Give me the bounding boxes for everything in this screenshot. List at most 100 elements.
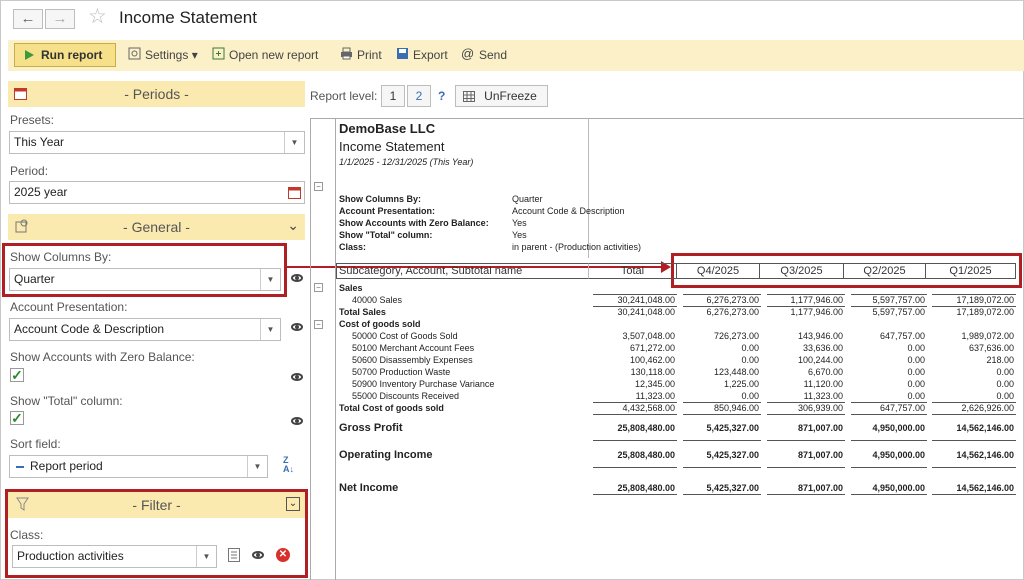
sort-field-select[interactable]: Report period ▼ (9, 455, 268, 478)
table-row-label: 50600 Disassembly Expenses (352, 355, 473, 365)
help-link[interactable]: ? (438, 89, 445, 103)
total-rule (851, 414, 927, 415)
table-cell: 0.00 (996, 391, 1014, 401)
report-level-1-button[interactable]: 1 (381, 85, 405, 107)
highlight-filter (5, 489, 308, 578)
export-button[interactable]: Export (413, 48, 448, 62)
chevron-down-icon[interactable]: ▼ (284, 132, 304, 153)
page-title: Income Statement (119, 8, 257, 27)
unfreeze-button[interactable]: UnFreeze (455, 85, 548, 107)
print-icon (341, 47, 352, 60)
forward-button[interactable]: → (45, 9, 75, 29)
total-rule (593, 440, 677, 441)
open-new-report-button[interactable]: Open new report (229, 48, 318, 62)
table-cell: 25,808,480.00 (617, 483, 675, 493)
table-cell: 123,448.00 (713, 367, 759, 377)
field-icon (16, 466, 24, 468)
table-cell: 14,562,146.00 (956, 450, 1014, 460)
chevron-down-icon[interactable]: ▼ (247, 456, 267, 477)
total-rule (932, 440, 1016, 441)
table-row-label: Net Income (339, 482, 399, 494)
table-cell: 11,323.00 (635, 391, 675, 401)
settings-button[interactable]: Settings ▾ (145, 48, 198, 62)
total-rule (593, 494, 677, 495)
period-label: Period: (10, 164, 49, 178)
table-cell: 130,118.00 (630, 367, 675, 377)
report-period: 1/1/2025 - 12/31/2025 (This Year) (339, 157, 474, 167)
report-level-2-button[interactable]: 2 (407, 85, 431, 107)
zero-balance-checkbox[interactable]: ✓ (10, 368, 24, 382)
presets-select[interactable]: This Year ▼ (9, 131, 305, 154)
report-company: DemoBase LLC (339, 121, 436, 136)
table-row-label: Gross Profit (339, 422, 403, 434)
table-cell: 5,597,757.00 (872, 295, 925, 305)
collapse-group-icon[interactable]: − (314, 182, 323, 191)
total-rule (593, 306, 677, 307)
table-row-label: 50900 Inventory Purchase Variance (352, 379, 495, 389)
table-cell: 143,946.00 (797, 331, 843, 341)
total-rule (851, 440, 927, 441)
table-cell: 0.00 (907, 379, 925, 389)
total-column-checkbox[interactable]: ✓ (10, 411, 24, 425)
eye-icon[interactable] (291, 274, 303, 282)
favorite-star-icon[interactable]: ☆ (88, 6, 107, 28)
table-cell: 218.00 (986, 355, 1014, 365)
total-rule (683, 306, 761, 307)
table-row-label: Total Sales (339, 307, 386, 317)
collapse-group-icon[interactable]: − (314, 320, 323, 329)
total-column-label: Show "Total" column: (10, 394, 123, 408)
table-cell: 2,626,926.00 (961, 403, 1014, 413)
table-cell: 3,507,048.00 (622, 331, 675, 341)
sort-field-label: Sort field: (10, 437, 61, 451)
at-sign-icon: @ (461, 46, 475, 61)
eye-icon[interactable] (291, 417, 303, 425)
settings-icon (128, 47, 141, 60)
report-margin-line (335, 118, 336, 580)
column-header-total: Total (588, 263, 676, 279)
total-rule (767, 467, 845, 468)
table-cell: 14,562,146.00 (956, 483, 1014, 493)
collapse-group-icon[interactable]: − (314, 283, 323, 292)
calendar-picker-icon[interactable] (288, 186, 301, 199)
table-cell: 5,425,327.00 (706, 483, 759, 493)
sort-az-icon[interactable]: Z A↓ (283, 456, 294, 474)
total-rule (851, 294, 927, 295)
send-button[interactable]: Send (479, 48, 507, 62)
table-icon (463, 91, 475, 102)
table-cell: 17,189,072.00 (956, 295, 1014, 305)
table-cell: 6,670.00 (807, 367, 843, 377)
table-cell: 0.00 (741, 343, 759, 353)
table-row-label: Total Cost of goods sold (339, 403, 444, 413)
table-row-label: 50100 Merchant Account Fees (352, 343, 475, 353)
eye-icon[interactable] (291, 373, 303, 381)
print-button[interactable]: Print (357, 48, 382, 62)
table-cell: 11,323.00 (803, 391, 843, 401)
general-section-header[interactable]: - General - ⌄ (8, 214, 305, 240)
collapse-chevron-icon[interactable]: ⌄ (287, 217, 299, 234)
total-rule (932, 467, 1016, 468)
periods-section-header[interactable]: - Periods - (8, 81, 305, 107)
table-row-label: Sales (339, 283, 363, 293)
total-rule (851, 494, 927, 495)
account-presentation-select[interactable]: Account Code & Description ▼ (9, 318, 281, 341)
run-report-button[interactable]: Run report (14, 43, 116, 67)
table-cell: 1,989,072.00 (961, 331, 1014, 341)
total-rule (851, 306, 927, 307)
total-rule (683, 402, 761, 403)
table-cell: 306,939.00 (797, 403, 843, 413)
table-row-label: 50700 Production Waste (352, 367, 451, 377)
total-rule (593, 294, 677, 295)
period-field[interactable]: 2025 year (9, 181, 305, 204)
total-rule (593, 414, 677, 415)
table-cell: 0.00 (907, 343, 925, 353)
total-rule (767, 494, 845, 495)
total-rule (932, 294, 1016, 295)
table-cell: 1,177,946.00 (790, 307, 843, 317)
eye-icon[interactable] (291, 323, 303, 331)
table-cell: 17,189,072.00 (956, 307, 1014, 317)
total-rule (683, 467, 761, 468)
table-cell: 5,425,327.00 (706, 450, 759, 460)
report-level-label: Report level: (310, 89, 378, 103)
chevron-down-icon[interactable]: ▼ (260, 319, 280, 340)
back-button[interactable]: ← (13, 9, 43, 29)
